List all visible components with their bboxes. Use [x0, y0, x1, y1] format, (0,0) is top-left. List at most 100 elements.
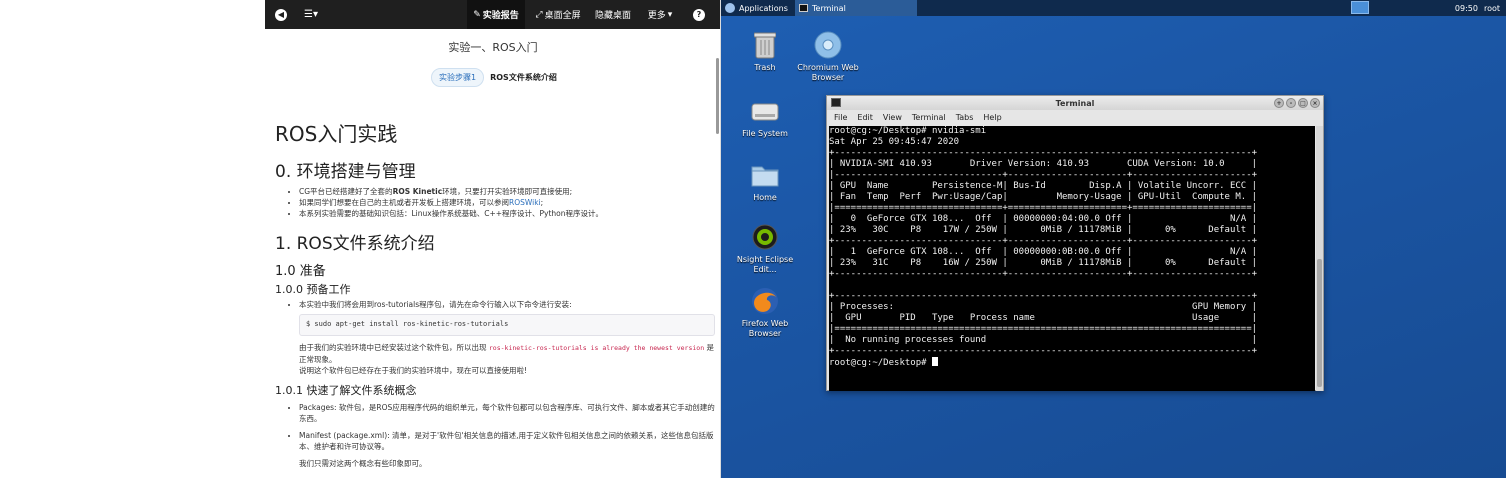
lab-report-button[interactable]: ✎ 实验报告 [467, 0, 525, 29]
minimize-icon[interactable]: - [1286, 98, 1296, 108]
terminal-line: | No running processes found | [829, 335, 1258, 345]
list-item: 本实验中我们将会用到ros-tutorials程序包，请先在命令行输入以下命令进… [299, 299, 715, 310]
desktop-icon-label: Home [753, 193, 777, 202]
workspace-switcher[interactable] [1351, 1, 1369, 14]
back-button[interactable]: ◀ [271, 0, 291, 29]
terminal-line: +-------------------------------+-------… [829, 269, 1258, 279]
taskbar-terminal-button[interactable]: Terminal [795, 0, 917, 16]
desktop-icon-chromium[interactable]: Chromium Web Browser [796, 30, 860, 83]
terminal-line: root@cg:~/Desktop# [829, 357, 1315, 368]
fullscreen-label: 桌面全屏 [544, 11, 581, 21]
section-1-0-heading: 1.0 准备 [275, 264, 326, 279]
list-item: CG平台已经搭建好了全套的ROS Kinetic环境，只要打开实验环境即可直接使… [299, 186, 715, 197]
terminal-line: | 23% 31C P8 16W / 250W | 0MiB / 11178Mi… [829, 258, 1258, 268]
desktop-icon-firefox[interactable]: Firefox Web Browser [733, 286, 797, 339]
list-menu-button[interactable]: ☰▾ [299, 0, 323, 29]
terminal-titlebar[interactable]: Terminal + - □ × [827, 96, 1323, 110]
terminal-line: | Processes: GPU Memory | [829, 302, 1258, 312]
list-item: Packages: 软件包，是ROS应用程序代码的组织单元，每个软件包都可以包含… [299, 402, 715, 424]
more-label: 更多 [647, 11, 666, 21]
terminal-line: | 0 GeForce GTX 108... Off | 00000000:04… [829, 214, 1258, 224]
doc-pane: ◀ ☰▾ ✎ 实验报告 ⤢ 桌面全屏 隐藏桌面 更多 ▾ ? 实验一、ROS入门… [265, 0, 721, 478]
bold-text: ROS Kinetic [392, 187, 443, 196]
list-item: Manifest (package.xml): 清单，是对于'软件包'相关信息的… [299, 430, 715, 452]
page-heading: ROS入门实践 [275, 122, 398, 146]
trash-icon [750, 30, 780, 60]
list-icon: ☰▾ [304, 9, 318, 20]
expand-icon: ⤢ [535, 9, 543, 20]
section-1-0-0-list: 本实验中我们将会用到ros-tutorials程序包，请先在命令行输入以下命令进… [299, 299, 715, 310]
code-block[interactable]: $ sudo apt-get install ros-kinetic-ros-t… [299, 314, 715, 336]
desktop-icon-home[interactable]: Home [733, 160, 797, 203]
taskbar: Applications Terminal 09:50 root [721, 0, 1506, 16]
terminal-output: root@cg:~/Desktop# nvidia-smi Sat Apr 25 … [829, 126, 1315, 368]
menu-terminal[interactable]: Terminal [912, 113, 946, 122]
menu-view[interactable]: View [883, 113, 902, 122]
menu-tabs[interactable]: Tabs [956, 113, 974, 122]
text: ; [540, 198, 544, 207]
fullscreen-button[interactable]: ⤢ 桌面全屏 [533, 0, 583, 29]
text: 环境，只要打开实验环境即可直接使用; [442, 187, 573, 196]
close-icon[interactable]: × [1310, 98, 1320, 108]
section-0-list: CG平台已经搭建好了全套的ROS Kinetic环境，只要打开实验环境即可直接使… [299, 186, 715, 219]
terminal-menubar: File Edit View Terminal Tabs Help [827, 110, 1323, 125]
paragraph: 说明这个软件包已经存在于我们的实验环境中，现在可以直接使用啦! [299, 366, 528, 375]
nsight-icon [750, 222, 780, 252]
text: 由于我们的实验环境中已经安装过这个软件包，所以出现 [299, 343, 489, 352]
roswiki-link[interactable]: ROSWiki [509, 198, 541, 207]
terminal-line: | 1 GeForce GTX 108... Off | 00000000:0B… [829, 247, 1258, 257]
clock[interactable]: 09:50 root [1455, 0, 1500, 16]
applications-menu[interactable]: Applications [725, 0, 788, 16]
experiment-title: 实验一、ROS入门 [448, 41, 538, 54]
terminal-line: root@cg:~/Desktop# nvidia-smi [829, 126, 987, 136]
maximize-icon[interactable]: □ [1298, 98, 1308, 108]
terminal-line: |-------------------------------+-------… [829, 170, 1258, 180]
lab-report-label: 实验报告 [482, 11, 519, 21]
doc-scrollbar[interactable] [716, 58, 719, 134]
terminal-line: | Fan Temp Perf Pwr:Usage/Cap| Memory-Us… [829, 192, 1258, 202]
terminal-line: +---------------------------------------… [829, 346, 1258, 356]
terminal-line: |===============================+=======… [829, 203, 1258, 213]
text-cursor [931, 357, 938, 366]
terminal-line: | GPU PID Type Process name Usage | [829, 313, 1258, 323]
terminal-window: Terminal + - □ × File Edit View Terminal… [826, 95, 1324, 391]
desktop-icon-label: File System [742, 129, 788, 138]
more-menu-button[interactable]: 更多 ▾ [643, 0, 677, 29]
terminal-line: | 23% 30C P8 17W / 250W | 0MiB / 11178Mi… [829, 225, 1258, 235]
help-button[interactable]: ? [691, 0, 707, 29]
desktop-icon-label: Trash [754, 63, 776, 72]
menu-file[interactable]: File [834, 113, 847, 122]
step-label: ROS文件系统介绍 [490, 73, 557, 82]
terminal-line: +---------------------------------------… [829, 148, 1258, 158]
inline-code: ros-kinetic-ros-tutorials is already the… [488, 344, 705, 352]
menu-edit[interactable]: Edit [857, 113, 873, 122]
terminal-scrollbar[interactable] [1316, 126, 1323, 391]
drive-icon [750, 96, 780, 126]
step-pill[interactable]: 实验步骤1 [431, 68, 485, 87]
hide-desktop-button[interactable]: 隐藏桌面 [593, 0, 633, 29]
screen: ◀ ☰▾ ✎ 实验报告 ⤢ 桌面全屏 隐藏桌面 更多 ▾ ? 实验一、ROS入门… [0, 0, 1506, 478]
terminal-line: | NVIDIA-SMI 410.93 Driver Version: 410.… [829, 159, 1258, 169]
desktop-icon-trash[interactable]: Trash [733, 30, 797, 73]
section-0-heading: 0. 环境搭建与管理 [275, 162, 416, 182]
remote-desktop: Applications Terminal 09:50 root Trash C… [721, 0, 1506, 478]
section-1-heading: 1. ROS文件系统介绍 [275, 234, 435, 254]
firefox-icon [750, 286, 780, 316]
user-label: root [1483, 3, 1500, 13]
step-indicator: 实验步骤1 ROS文件系统介绍 [431, 68, 557, 87]
text: 如果同学们想要在自己的主机或者开发板上搭建环境，可以参阅 [299, 198, 509, 207]
terminal-screen[interactable]: root@cg:~/Desktop# nvidia-smi Sat Apr 25 … [829, 126, 1315, 391]
desktop-icon-filesystem[interactable]: File System [733, 96, 797, 139]
desktop-icon-nsight[interactable]: Nsight Eclipse Edit... [733, 222, 797, 275]
doc-content: ROS入门实践 0. 环境搭建与管理 CG平台已经搭建好了全套的ROS Kine… [275, 118, 715, 469]
terminal-icon [799, 4, 808, 12]
terminal-line: +---------------------------------------… [829, 291, 1258, 301]
menu-help[interactable]: Help [983, 113, 1001, 122]
applications-label: Applications [739, 3, 788, 13]
list-item: 如果同学们想要在自己的主机或者开发板上搭建环境，可以参阅ROSWiki; [299, 197, 715, 208]
terminal-line: Sat Apr 25 09:45:47 2020 [829, 137, 960, 147]
terminal-scroll-thumb[interactable] [1317, 259, 1322, 387]
desktop-icon-label: Chromium Web Browser [797, 63, 859, 82]
shade-icon[interactable]: + [1274, 98, 1284, 108]
